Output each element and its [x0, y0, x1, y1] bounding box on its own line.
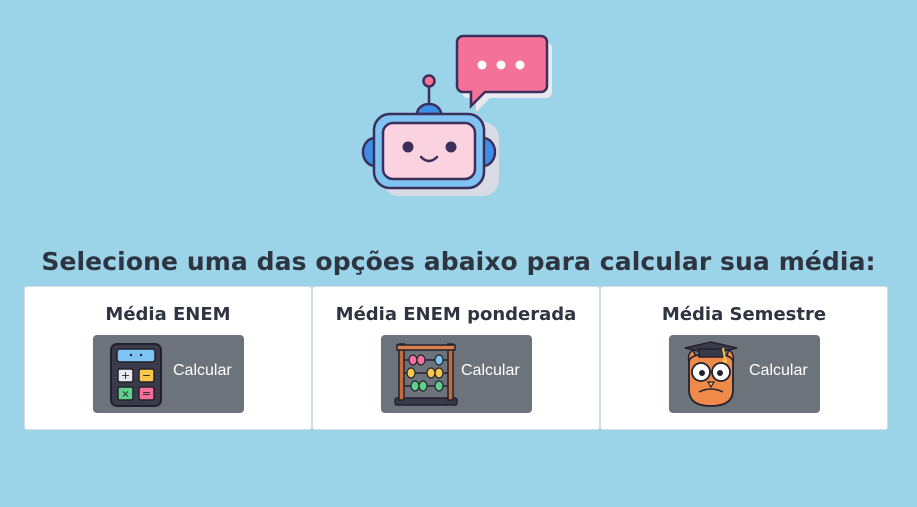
card-media-enem: Média ENEM + − × = Calcular	[24, 286, 312, 430]
calculate-label: Calcular	[461, 362, 520, 379]
calculate-semestre-button[interactable]: Calcular	[669, 335, 820, 413]
svg-text:−: −	[142, 369, 151, 382]
robot-mascot	[355, 30, 560, 200]
abacus-icon	[394, 343, 458, 406]
svg-text:×: ×	[121, 389, 129, 400]
robot-chatbot-icon	[361, 34, 552, 196]
calculator-icon: + − × =	[110, 343, 162, 407]
option-cards: Média ENEM + − × = Calcular Média ENEM p…	[24, 286, 888, 430]
card-title: Média ENEM ponderada	[335, 304, 577, 325]
calculate-enem-button[interactable]: + − × = Calcular	[93, 335, 244, 413]
svg-text:+: +	[121, 369, 130, 382]
calculate-label: Calcular	[173, 362, 232, 379]
owl-graduate-icon	[684, 341, 738, 407]
svg-text:=: =	[142, 387, 151, 400]
card-title: Média Semestre	[661, 304, 827, 325]
card-title: Média ENEM	[105, 304, 231, 325]
page-headline: Selecione uma das opções abaixo para cal…	[41, 247, 876, 276]
calculate-label: Calcular	[749, 362, 808, 379]
card-media-semestre: Média Semestre Calcular	[600, 286, 888, 430]
card-media-enem-ponderada: Média ENEM ponderada Calcular	[312, 286, 600, 430]
calculate-enem-ponderada-button[interactable]: Calcular	[381, 335, 532, 413]
